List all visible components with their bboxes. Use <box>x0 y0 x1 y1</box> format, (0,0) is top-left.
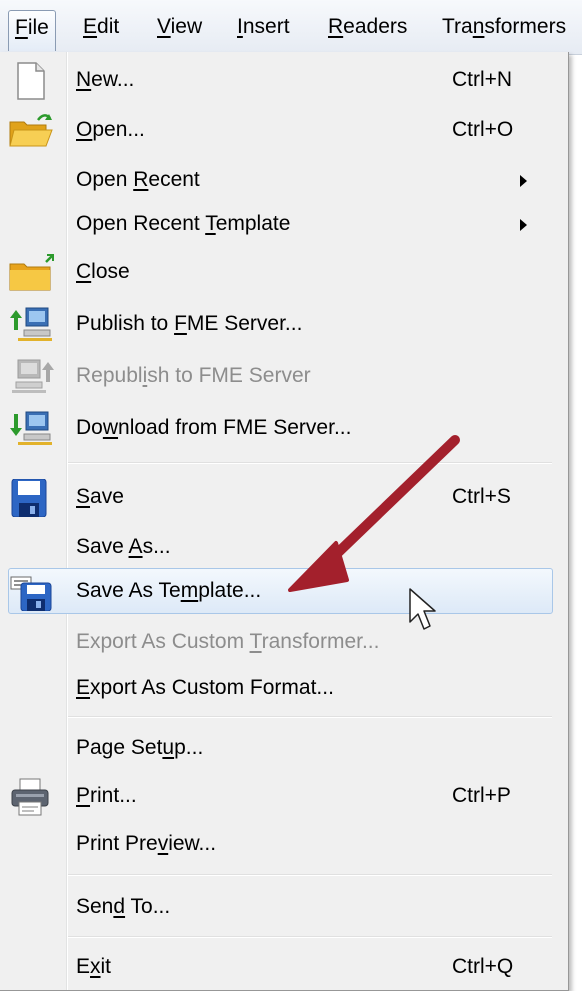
new-document-icon <box>17 62 45 100</box>
menu-item-republish: Republish to FME Server <box>0 354 568 398</box>
shortcut-save: Ctrl+S <box>452 485 511 508</box>
menu-transformers[interactable]: Transformers <box>436 10 572 44</box>
menu-item-download[interactable]: Download from FME Server... <box>0 406 568 450</box>
menu-separator <box>68 716 552 718</box>
menu-item-open[interactable]: Open... Ctrl+O <box>0 108 568 152</box>
menu-item-close[interactable]: Close <box>0 250 568 294</box>
menu-separator <box>68 874 552 876</box>
menu-item-print-preview[interactable]: Print Preview... <box>0 822 568 866</box>
menu-view[interactable]: View <box>151 10 208 44</box>
shortcut-print: Ctrl+P <box>452 784 511 807</box>
menu-item-open-recent-template[interactable]: Open Recent Template <box>0 202 568 246</box>
publish-server-icon <box>10 307 52 341</box>
menu-item-save-as[interactable]: Save As... <box>0 525 568 569</box>
menu-separator <box>68 936 552 938</box>
menu-edit[interactable]: Edit <box>77 10 125 44</box>
menu-readers[interactable]: Readers <box>322 10 413 44</box>
menu-item-publish[interactable]: Publish to FME Server... <box>0 302 568 346</box>
submenu-arrow-icon <box>520 219 527 231</box>
save-disk-icon <box>11 479 47 517</box>
menu-item-page-setup[interactable]: Page Setup... <box>0 726 568 770</box>
shortcut-exit: Ctrl+Q <box>452 955 514 978</box>
menu-item-export-custom-format[interactable]: Export As Custom Format... <box>0 666 568 710</box>
submenu-arrow-icon <box>520 175 527 187</box>
download-server-icon <box>10 411 52 445</box>
menu-item-save[interactable]: Save Ctrl+S <box>0 475 568 519</box>
menu-item-save-as-template[interactable]: Save As Template... <box>8 568 553 614</box>
shortcut-open: Ctrl+O <box>452 118 514 141</box>
menu-item-open-recent[interactable]: Open Recent <box>0 158 568 202</box>
menu-item-send-to[interactable]: Send To... <box>0 885 568 929</box>
menu-item-new[interactable]: New... Ctrl+N <box>0 58 568 102</box>
file-menu: New... Ctrl+N Open... Ctrl+O Open Recent… <box>0 52 569 991</box>
close-folder-icon <box>9 254 54 291</box>
menu-insert[interactable]: Insert <box>231 10 296 44</box>
save-template-icon <box>10 576 52 611</box>
menu-item-print[interactable]: Print... Ctrl+P <box>0 774 568 818</box>
republish-server-icon <box>12 359 54 393</box>
menu-bar: File Edit View Insert Readers Transforme… <box>0 0 582 55</box>
printer-icon <box>11 778 49 816</box>
menu-item-export-custom-transformer: Export As Custom Transformer... <box>76 630 380 653</box>
menu-item-exit[interactable]: Exit Ctrl+Q <box>0 945 568 989</box>
shortcut-new: Ctrl+N <box>452 68 513 91</box>
menu-file[interactable]: File <box>8 10 56 51</box>
open-folder-icon <box>9 114 53 147</box>
menu-separator <box>68 462 552 464</box>
